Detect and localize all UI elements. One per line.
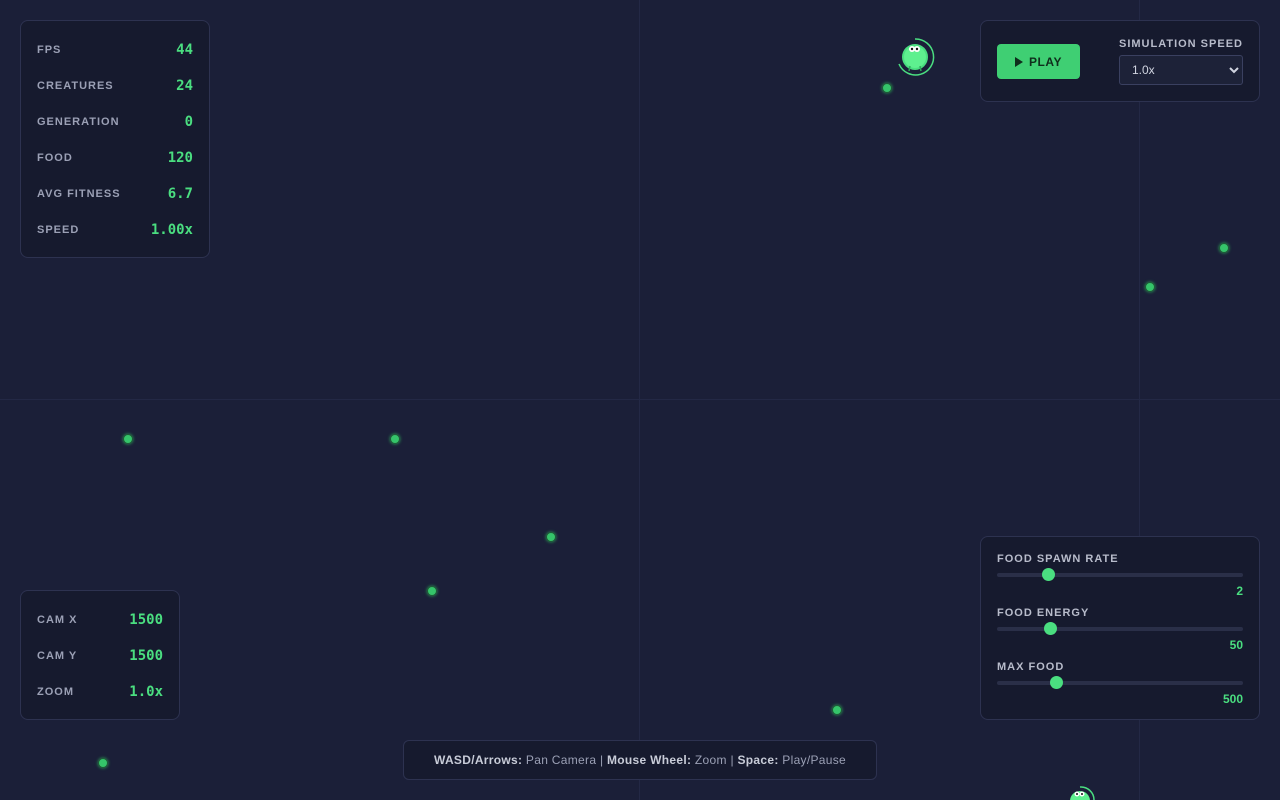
stat-row-cam-x: CAM X 1500	[37, 602, 163, 638]
help-desc: Pan Camera	[525, 753, 597, 767]
slider-food-spawn-rate: FOOD SPAWN RATE 2	[997, 553, 1243, 607]
slider-label: FOOD ENERGY	[997, 607, 1090, 619]
help-desc: Play/Pause	[782, 753, 846, 767]
help-key: Mouse Wheel:	[607, 753, 692, 767]
stat-row-creatures: CREATURES 24	[37, 68, 193, 104]
slider-label: MAX FOOD	[997, 661, 1065, 673]
slider-label: FOOD SPAWN RATE	[997, 553, 1119, 565]
stat-row-food: FOOD 120	[37, 140, 193, 176]
food-pellet	[1219, 243, 1229, 253]
stat-label: FOOD	[37, 152, 73, 164]
sliders-panel: FOOD SPAWN RATE 2 FOOD ENERGY 50 MAX FOO…	[980, 536, 1260, 720]
food-pellet	[832, 705, 842, 715]
food-pellet	[98, 758, 108, 768]
food-pellet	[390, 434, 400, 444]
play-button-label: PLAY	[1029, 54, 1062, 69]
stat-row-fps: FPS 44	[37, 32, 193, 68]
food-pellet	[1145, 282, 1155, 292]
slider-thumb[interactable]	[1044, 622, 1058, 635]
slider-value: 50	[1229, 638, 1243, 652]
creature	[1070, 786, 1095, 800]
slider-value: 2	[1236, 584, 1243, 598]
stat-row-generation: GENERATION 0	[37, 104, 193, 140]
slider-thumb[interactable]	[1050, 676, 1064, 689]
help-desc: Zoom	[694, 753, 727, 767]
world-grid-line	[0, 399, 1280, 400]
slider-track[interactable]	[997, 622, 1243, 635]
stat-label: CREATURES	[37, 80, 114, 92]
slider-thumb[interactable]	[1041, 568, 1055, 581]
stat-row-speed: SPEED 1.00x	[37, 212, 193, 248]
stat-label: ZOOM	[37, 686, 74, 698]
stat-label: SPEED	[37, 224, 80, 236]
stat-value: 1.00x	[150, 222, 193, 238]
stat-row-cam-y: CAM Y 1500	[37, 638, 163, 674]
slider-food-energy: FOOD ENERGY 50	[997, 607, 1243, 661]
play-icon	[1015, 56, 1024, 67]
stat-row-zoom: ZOOM 1.0x	[37, 674, 163, 710]
stat-value: 1.0x	[129, 684, 163, 700]
play-button[interactable]: PLAY	[997, 44, 1080, 79]
stat-label: CAM X	[37, 614, 78, 626]
slider-track[interactable]	[997, 676, 1243, 689]
food-pellet	[123, 434, 133, 444]
stat-value: 120	[167, 150, 193, 166]
stats-panel: FPS 44 CREATURES 24 GENERATION 0 FOOD 12…	[20, 20, 210, 258]
stat-label: FPS	[37, 44, 62, 56]
stat-value: 44	[176, 42, 193, 58]
stat-value: 24	[176, 78, 193, 94]
stat-label: AVG FITNESS	[37, 188, 121, 200]
help-separator: |	[599, 753, 604, 767]
stat-value: 0	[184, 114, 193, 130]
food-pellet	[882, 83, 892, 93]
controls-help-bar: WASD/Arrows: Pan Camera | Mouse Wheel: Z…	[403, 740, 877, 780]
slider-max-food: MAX FOOD 500	[997, 661, 1243, 715]
slider-value: 500	[1222, 692, 1243, 706]
stat-row-avg-fitness: AVG FITNESS 6.7	[37, 176, 193, 212]
world-grid-line	[639, 0, 640, 800]
help-separator: |	[730, 753, 734, 767]
help-key: Space:	[737, 753, 779, 767]
food-pellet	[427, 586, 437, 596]
food-pellet	[546, 532, 556, 542]
slider-track[interactable]	[997, 568, 1243, 581]
stat-value: 1500	[129, 648, 163, 664]
stat-label: CAM Y	[37, 650, 78, 662]
camera-panel: CAM X 1500 CAM Y 1500 ZOOM 1.0x	[20, 590, 180, 720]
simulation-speed-select[interactable]: 1.0x	[1119, 55, 1243, 85]
stat-value: 6.7	[167, 186, 193, 202]
simulation-speed-label: SIMULATION SPEED	[1119, 38, 1243, 50]
creature	[898, 38, 935, 76]
help-key: WASD/Arrows:	[434, 753, 523, 767]
controls-panel: PLAY SIMULATION SPEED 1.0x	[980, 20, 1260, 102]
stat-value: 1500	[129, 612, 163, 628]
stat-label: GENERATION	[37, 116, 120, 128]
